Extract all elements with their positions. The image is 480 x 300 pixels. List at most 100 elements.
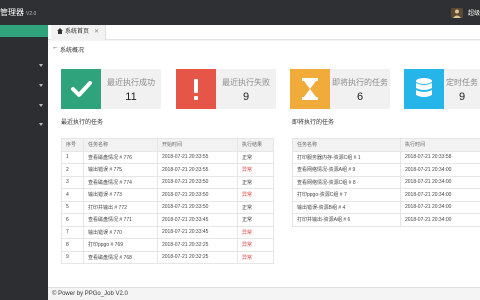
chevron-down-icon: [39, 123, 43, 126]
stat-icon-box: [176, 69, 216, 109]
table-cell: 异常: [237, 163, 274, 177]
check-icon: [71, 81, 92, 97]
stat-label: 定时任务: [446, 78, 478, 87]
table-row[interactable]: 4 输出错误 # 773 2018-07-21 20:33:50 异常: [61, 188, 274, 202]
brand-version: V2.0: [26, 11, 37, 17]
table-cell: 8: [61, 238, 84, 252]
table-row[interactable]: 输出错误-资源B组 # 4 2018-07-21 20:34:00: [292, 200, 480, 214]
sidebar: [0, 25, 48, 300]
table-cell: 正常: [237, 150, 274, 164]
brand-title: 管理器: [0, 8, 24, 17]
table-cell: 9: [61, 250, 84, 264]
user-icon[interactable]: [451, 8, 463, 18]
top-bar: 管理器 V2.0 超级: [0, 0, 480, 25]
table-cell: 打印ppgo-资源C组 # 7: [292, 188, 401, 202]
footer-text: © Power by PPGo_Job V2.0: [52, 291, 128, 297]
table-row[interactable]: 8 打印ppgo # 769 2018-07-21 20:32:25 异常: [61, 238, 274, 252]
footer: © Power by PPGo_Job V2.0: [48, 287, 480, 300]
table-cell: 2018-07-21 20:32:25: [157, 250, 238, 264]
stat-value: 11: [125, 91, 137, 103]
table-cell: 打印并输出-资源A组 # 6: [292, 213, 401, 227]
table-cell: 异常: [237, 225, 274, 239]
brand[interactable]: 管理器 V2.0: [0, 0, 48, 25]
table-cell: 查看磁盘情况 # 774: [83, 175, 158, 189]
column-header: 执行时间: [400, 138, 480, 152]
table-header-row: 任务名称 执行时间: [292, 138, 480, 152]
tab-bar: 系统首页 ✕: [48, 25, 480, 40]
upcoming-tasks-title: 即将执行的任务: [292, 120, 335, 126]
sidebar-item-3[interactable]: [0, 99, 48, 113]
table-cell: 2018-07-21 20:33:50: [157, 188, 238, 202]
stat-label: 即将执行的任务: [332, 78, 388, 87]
table-cell: 2018-07-21 20:34:00: [400, 188, 480, 202]
table-cell: 2018-07-21 20:34:00: [400, 175, 480, 189]
table-row[interactable]: 2 输出错误 # 775 2018-07-21 20:33:55 异常: [61, 163, 274, 177]
table-cell: 2018-07-21 20:33:45: [157, 225, 238, 239]
table-cell: 正常: [237, 200, 274, 214]
stat-card-failure: 最近执行失败 9: [176, 69, 276, 109]
table-cell: 异常: [237, 188, 274, 202]
table-row[interactable]: 查看网络情况-资源A组 # 9 2018-07-21 20:34:00: [292, 163, 480, 177]
page-header: ← 系统概况: [48, 41, 480, 57]
upcoming-tasks-table: 任务名称 执行时间 打印服务器内存-资源C组 # 1 2018-07-21 20:…: [292, 138, 480, 227]
table-cell: 正常: [237, 175, 274, 189]
chevron-down-icon: [39, 104, 43, 107]
table-cell: 打印服务器内存-资源C组 # 1: [292, 150, 401, 164]
table-cell: 2018-07-21 20:33:45: [157, 213, 238, 227]
table-cell: 2018-07-21 20:32:25: [157, 238, 238, 252]
table-cell: 输出错误 # 775: [83, 163, 158, 177]
table-row[interactable]: 打印并输出-资源A组 # 6 2018-07-21 20:34:00: [292, 213, 480, 227]
stat-icon-box: [290, 69, 330, 109]
column-header: 开始时间: [157, 138, 238, 152]
tab-home[interactable]: 系统首页 ✕: [51, 25, 107, 40]
table-cell: 1: [61, 150, 84, 164]
table-cell: 2018-07-21 20:33:58: [400, 150, 480, 164]
table-row[interactable]: 5 打印并输出 # 772 2018-07-21 20:33:50 正常: [61, 200, 274, 214]
table-cell: 7: [61, 225, 84, 239]
user-name[interactable]: 超级: [468, 8, 480, 17]
tab-label: 系统首页: [65, 29, 90, 35]
table-row[interactable]: 9 查看磁盘情况 # 768 2018-07-21 20:32:25 异常: [61, 250, 274, 264]
close-icon[interactable]: ✕: [94, 29, 99, 35]
table-cell: 打印ppgo # 769: [83, 238, 158, 252]
recent-tasks-table: 序号 任务名称 开始时间 执行结果 1 查看磁盘情况 # 776 2018-07-2…: [61, 138, 274, 264]
chevron-down-icon: [39, 64, 43, 67]
table-row[interactable]: 查看网络情况-资源C组 # 8 2018-07-21 20:34:00: [292, 175, 480, 189]
stat-card-scheduled: 定时任务 9: [404, 69, 480, 109]
table-cell: 异常: [237, 250, 274, 264]
sidebar-item-2[interactable]: [0, 79, 48, 93]
table-row[interactable]: 1 查看磁盘情况 # 776 2018-07-21 20:33:55 正常: [61, 150, 274, 164]
table-cell: 输出错误 # 773: [83, 188, 158, 202]
stat-label: 最近执行失败: [222, 78, 270, 87]
table-cell: 2018-07-21 20:34:00: [400, 200, 480, 214]
sidebar-item-active[interactable]: [0, 25, 48, 37]
table-cell: 2018-07-21 20:33:50: [157, 175, 238, 189]
sidebar-item-1[interactable]: [0, 59, 48, 73]
stat-card-success: 最近执行成功 11: [61, 69, 161, 109]
sidebar-item-4[interactable]: [0, 118, 48, 132]
stat-icon-box: [404, 69, 444, 109]
table-cell: 2: [61, 163, 84, 177]
table-cell: 查看磁盘情况 # 776: [83, 150, 158, 164]
table-cell: 查看网络情况-资源C组 # 8: [292, 175, 401, 189]
stat-card-upcoming: 即将执行的任务 6: [290, 69, 390, 109]
table-cell: 2018-07-21 20:34:00: [400, 213, 480, 227]
database-icon: [416, 78, 432, 97]
table-cell: 5: [61, 200, 84, 214]
table-cell: 2018-07-21 20:33:50: [157, 200, 238, 214]
table-row[interactable]: 打印服务器内存-资源C组 # 1 2018-07-21 20:33:58: [292, 150, 480, 164]
table-row[interactable]: 3 查看磁盘情况 # 774 2018-07-21 20:33:50 正常: [61, 175, 274, 189]
column-header: 任务名称: [83, 138, 158, 152]
table-cell: 2018-07-21 20:34:00: [400, 163, 480, 177]
column-header: 执行结果: [237, 138, 274, 152]
table-cell: 4: [61, 188, 84, 202]
table-row[interactable]: 7 输出错误 # 770 2018-07-21 20:33:45 异常: [61, 225, 274, 239]
table-row[interactable]: 打印ppgo-资源C组 # 7 2018-07-21 20:34:00: [292, 188, 480, 202]
table-cell: 输出错误-资源B组 # 4: [292, 200, 401, 214]
back-arrow-icon[interactable]: ←: [52, 44, 59, 51]
table-row[interactable]: 6 查看磁盘情况 # 771 2018-07-21 20:33:45 正常: [61, 213, 274, 227]
table-cell: 查看磁盘情况 # 771: [83, 213, 158, 227]
stat-label: 最近执行成功: [107, 78, 155, 87]
column-header: 任务名称: [292, 138, 401, 152]
table-cell: 正常: [237, 213, 274, 227]
